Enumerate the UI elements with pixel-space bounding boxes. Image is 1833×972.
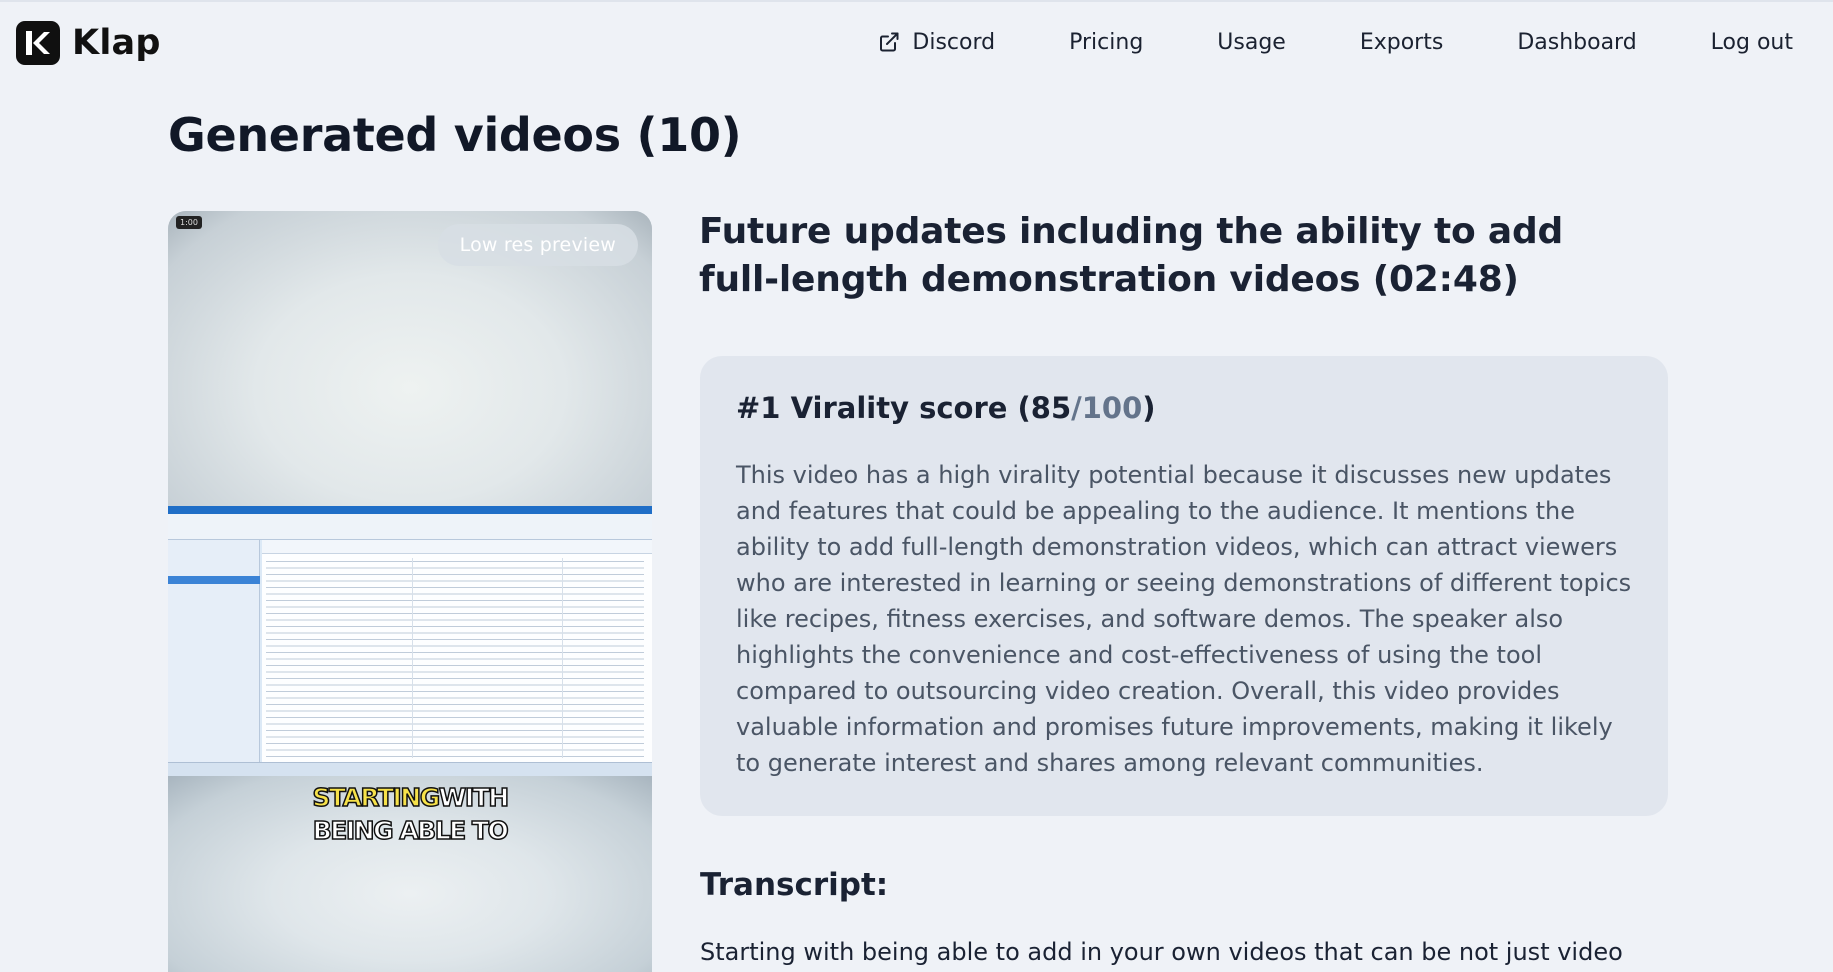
nav-pricing[interactable]: Pricing — [1069, 30, 1143, 55]
screen-taskbar — [168, 762, 652, 776]
virality-max: /100 — [1071, 391, 1143, 425]
screen-sidebar — [168, 540, 260, 762]
nav-discord[interactable]: Discord — [878, 30, 995, 55]
low-res-preview-badge: Low res preview — [437, 224, 638, 266]
screen-main — [262, 540, 652, 762]
video-timestamp: 1:00 — [176, 216, 202, 229]
app-name: Klap — [72, 23, 161, 63]
nav-dashboard[interactable]: Dashboard — [1517, 30, 1636, 55]
logo[interactable]: Klap — [16, 21, 161, 65]
nav-logout[interactable]: Log out — [1711, 30, 1793, 55]
nav-exports[interactable]: Exports — [1360, 30, 1443, 55]
klap-logo-icon — [16, 21, 60, 65]
screen-ribbon — [168, 514, 652, 540]
virality-score: 85 — [1030, 391, 1072, 425]
video-screen-content — [168, 506, 652, 776]
caption-word-1: STARTING — [312, 782, 441, 813]
transcript-text: Starting with being able to add in your … — [700, 938, 1623, 966]
top-nav: Discord Pricing Usage Exports Dashboard … — [878, 26, 1793, 58]
virality-card: #1 Virality score (85/100) This video ha… — [700, 356, 1668, 816]
virality-description: This video has a high virality potential… — [736, 461, 1632, 777]
transcript-heading: Transcript: — [700, 867, 889, 903]
nav-discord-label: Discord — [912, 29, 996, 55]
caption-line-2: BEING ABLE TO — [312, 815, 510, 846]
virality-title: #1 Virality score (85/100) — [736, 391, 1156, 425]
header: Klap Discord Pricing Usage Exports Dashb… — [0, 0, 1833, 86]
video-caption: STARTINGWITH BEING ABLE TO — [168, 781, 652, 847]
screen-titlebar — [168, 506, 652, 514]
clip-title: Future updates including the ability to … — [699, 211, 1564, 300]
video-preview[interactable]: 1:00 Low res preview STARTINGWITH BEING … — [168, 211, 652, 972]
external-link-icon — [878, 31, 900, 53]
nav-usage[interactable]: Usage — [1217, 30, 1286, 55]
page-title: Generated videos (10) — [168, 108, 742, 162]
caption-word-2: WITH — [438, 782, 510, 813]
